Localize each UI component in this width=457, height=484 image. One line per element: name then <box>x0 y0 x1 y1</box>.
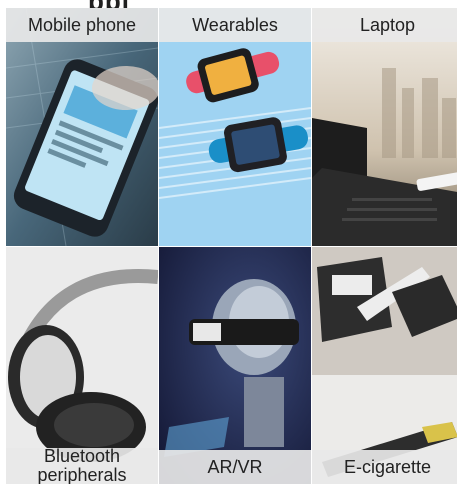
laptop-image <box>312 8 457 246</box>
category-tile-mobile-phone[interactable]: Mobile phone <box>6 8 158 246</box>
category-tile-e-cigarette[interactable]: E-cigarette <box>312 247 457 484</box>
category-label: Bluetooth peripherals <box>6 447 158 484</box>
ar-vr-robot-image <box>159 247 311 484</box>
category-label: Laptop <box>312 8 457 42</box>
category-label: Mobile phone <box>6 8 158 42</box>
category-tile-wearables[interactable]: Wearables <box>159 8 311 246</box>
section-heading-fragment: ppl <box>88 0 130 8</box>
category-label: E-cigarette <box>312 450 457 484</box>
application-category-grid: Mobile phone Wearables Laptop Bluetooth … <box>6 8 457 484</box>
category-tile-laptop[interactable]: Laptop <box>312 8 457 246</box>
mobile-phone-image <box>6 8 158 246</box>
category-tile-ar-vr[interactable]: AR/VR <box>159 247 311 484</box>
wearables-image <box>159 8 311 246</box>
category-label: Wearables <box>159 8 311 42</box>
e-cigarette-image <box>312 247 457 484</box>
category-label: AR/VR <box>159 450 311 484</box>
category-tile-bluetooth-peripherals[interactable]: Bluetooth peripherals <box>6 247 158 484</box>
top-strip: ppl <box>0 0 457 8</box>
